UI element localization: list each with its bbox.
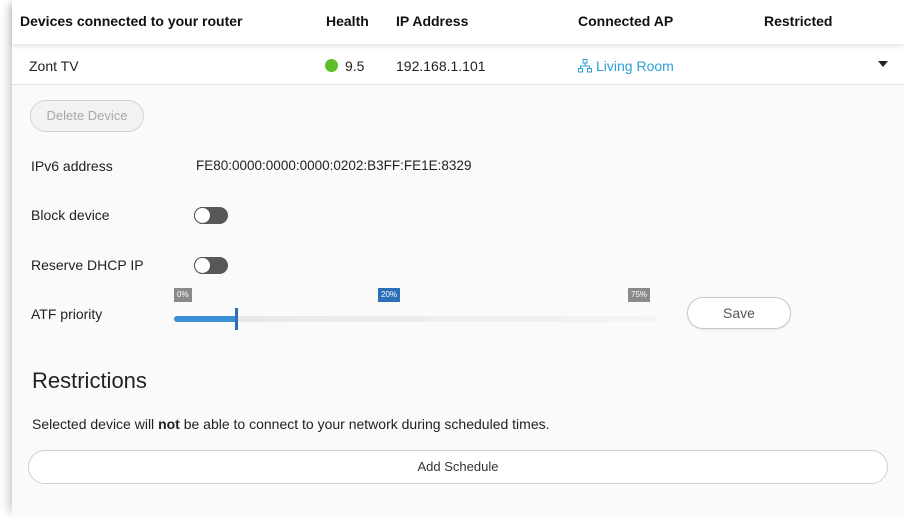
delete-device-button[interactable]: Delete Device	[30, 100, 144, 132]
note-suffix: be able to connect to your network durin…	[179, 416, 550, 432]
header-devices: Devices connected to your router	[20, 13, 243, 29]
ipv6-value: FE80:0000:0000:0000:0202:B3FF:FE1E:8329	[196, 158, 472, 173]
health-status-dot	[325, 59, 338, 72]
device-table-header: Devices connected to your router Health …	[12, 0, 904, 44]
connected-ap-link[interactable]: Living Room	[578, 58, 674, 74]
block-device-toggle[interactable]	[194, 207, 228, 224]
connected-ap-label: Living Room	[596, 58, 674, 74]
device-health: 9.5	[345, 58, 365, 74]
device-name: Zont TV	[29, 58, 79, 74]
toggle-knob	[194, 257, 211, 274]
atf-priority-slider[interactable]: 0% 20% 75%	[172, 288, 660, 336]
header-connected-ap: Connected AP	[578, 13, 674, 29]
atf-tick-max: 75%	[628, 288, 651, 302]
slider-fill	[174, 316, 236, 322]
header-health: Health	[326, 13, 369, 29]
slider-thumb[interactable]	[235, 308, 239, 330]
network-icon	[578, 59, 592, 73]
note-bold: not	[158, 416, 180, 432]
slider-track	[174, 316, 658, 322]
atf-tick-current: 20%	[378, 288, 401, 302]
reserve-dhcp-toggle[interactable]	[194, 257, 228, 274]
header-ip: IP Address	[396, 13, 469, 29]
atf-priority-label: ATF priority	[31, 306, 103, 322]
device-row[interactable]: Zont TV 9.5 192.168.1.101 Living Room	[12, 46, 904, 84]
save-button[interactable]: Save	[687, 297, 791, 329]
device-panel: Devices connected to your router Health …	[12, 0, 904, 517]
note-prefix: Selected device will	[32, 416, 159, 432]
device-ip: 192.168.1.101	[396, 58, 486, 74]
add-schedule-button[interactable]: Add Schedule	[28, 450, 888, 484]
atf-tick-min: 0%	[174, 288, 192, 302]
restrictions-title: Restrictions	[32, 368, 147, 393]
toggle-knob	[194, 207, 211, 224]
caret-down-icon[interactable]	[878, 61, 888, 67]
ipv6-label: IPv6 address	[31, 158, 113, 174]
restrictions-note: Selected device will not be able to conn…	[32, 416, 550, 432]
block-device-label: Block device	[31, 207, 110, 223]
reserve-dhcp-label: Reserve DHCP IP	[31, 257, 144, 273]
header-restricted: Restricted	[764, 13, 833, 29]
